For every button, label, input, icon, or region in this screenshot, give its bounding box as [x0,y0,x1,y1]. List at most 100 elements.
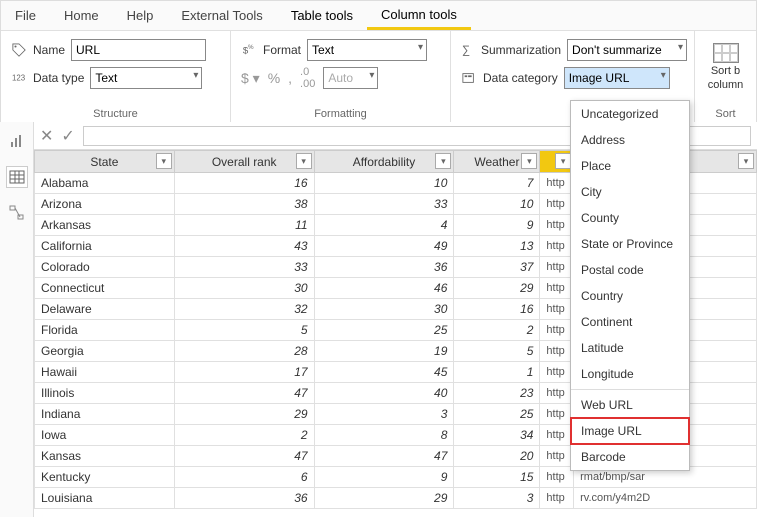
cell[interactable]: http [540,362,574,383]
dropdown-item[interactable]: Longitude [571,361,689,387]
dropdown-item[interactable]: Image URL [571,418,689,444]
cell[interactable]: 46 [314,278,454,299]
cell[interactable]: Indiana [35,404,175,425]
dropdown-item[interactable]: Latitude [571,335,689,361]
dropdown-item[interactable]: Web URL [571,392,689,418]
cell[interactable]: 9 [314,467,454,488]
cell[interactable]: rv.com/y4m2D [574,488,757,509]
filter-icon[interactable]: ▾ [738,153,754,169]
cell[interactable]: http [540,278,574,299]
cell[interactable]: 16 [174,173,314,194]
tab-home[interactable]: Home [50,1,113,30]
dropdown-item[interactable]: Address [571,127,689,153]
table-row[interactable]: Louisiana36293httprv.com/y4m2D [35,488,757,509]
cell[interactable]: Delaware [35,299,175,320]
column-header[interactable]: Affordability▾ [314,151,454,173]
cell[interactable]: 3 [454,488,540,509]
tab-external-tools[interactable]: External Tools [167,1,276,30]
filter-icon[interactable]: ▾ [296,153,312,169]
cell[interactable]: 25 [314,320,454,341]
cell[interactable]: 2 [174,425,314,446]
column-header[interactable]: State▾ [35,151,175,173]
cell[interactable]: http [540,404,574,425]
cell[interactable]: Arkansas [35,215,175,236]
cell[interactable]: http [540,215,574,236]
cell[interactable]: 10 [454,194,540,215]
cell[interactable]: 17 [174,362,314,383]
cell[interactable]: Arizona [35,194,175,215]
rail-model-view[interactable] [6,202,28,224]
cell[interactable]: Illinois [35,383,175,404]
cell[interactable]: 47 [174,446,314,467]
cell[interactable]: 38 [174,194,314,215]
format-combo[interactable] [307,39,427,61]
cell[interactable]: http [540,488,574,509]
cell[interactable]: 29 [174,404,314,425]
cell[interactable]: 20 [454,446,540,467]
datatype-combo[interactable] [90,67,202,89]
cell[interactable]: 10 [314,173,454,194]
cancel-icon[interactable]: ✕ [40,126,53,146]
cell[interactable]: 16 [454,299,540,320]
currency-icon[interactable]: $ ▾ [241,70,260,87]
dropdown-item[interactable]: County [571,205,689,231]
cell[interactable]: Colorado [35,257,175,278]
cell[interactable]: 29 [314,488,454,509]
cell[interactable]: 5 [174,320,314,341]
dropdown-item[interactable]: City [571,179,689,205]
cell[interactable]: 45 [314,362,454,383]
dropdown-item[interactable]: Continent [571,309,689,335]
cell[interactable]: 30 [174,278,314,299]
cell[interactable]: Connecticut [35,278,175,299]
percent-icon[interactable]: % [268,70,280,86]
summarization-combo[interactable] [567,39,687,61]
sort-by-column-button[interactable]: Sort b column [708,39,743,91]
cell[interactable]: 47 [174,383,314,404]
cell[interactable]: Kentucky [35,467,175,488]
cell[interactable]: http [540,320,574,341]
cell[interactable]: http [540,173,574,194]
cell[interactable]: 43 [174,236,314,257]
cell[interactable]: 34 [454,425,540,446]
dropdown-item[interactable]: Postal code [571,257,689,283]
decimal-icon[interactable]: .0.00 [300,66,315,90]
cell[interactable]: 23 [454,383,540,404]
cell[interactable]: 33 [314,194,454,215]
cell[interactable]: 5 [454,341,540,362]
cell[interactable]: 29 [454,278,540,299]
cell[interactable]: 9 [454,215,540,236]
dropdown-item[interactable]: State or Province [571,231,689,257]
filter-icon[interactable]: ▾ [555,153,571,169]
cell[interactable]: http [540,341,574,362]
cell[interactable]: 19 [314,341,454,362]
name-input[interactable] [71,39,206,61]
commit-icon[interactable]: ✓ [61,126,74,146]
cell[interactable]: 3 [314,404,454,425]
cell[interactable]: 40 [314,383,454,404]
cell[interactable]: 8 [314,425,454,446]
cell[interactable]: California [35,236,175,257]
cell[interactable]: 4 [314,215,454,236]
tab-column-tools[interactable]: Column tools [367,1,471,30]
cell[interactable]: Hawaii [35,362,175,383]
dropdown-item[interactable]: Barcode [571,444,689,470]
cell[interactable]: 6 [174,467,314,488]
tab-table-tools[interactable]: Table tools [277,1,367,30]
column-header[interactable]: Overall rank▾ [174,151,314,173]
cell[interactable]: 47 [314,446,454,467]
tab-file[interactable]: File [1,1,50,30]
rail-report-view[interactable] [6,130,28,152]
cell[interactable]: Iowa [35,425,175,446]
filter-icon[interactable]: ▾ [156,153,172,169]
column-header-current[interactable]: ▾ [540,151,574,173]
dropdown-item[interactable]: Uncategorized [571,101,689,127]
cell[interactable]: 11 [174,215,314,236]
cell[interactable]: 36 [174,488,314,509]
cell[interactable]: http [540,467,574,488]
cell[interactable]: 1 [454,362,540,383]
cell[interactable]: 49 [314,236,454,257]
cell[interactable]: http [540,299,574,320]
cell[interactable]: http [540,194,574,215]
cell[interactable]: Alabama [35,173,175,194]
column-header[interactable]: Weather▾ [454,151,540,173]
